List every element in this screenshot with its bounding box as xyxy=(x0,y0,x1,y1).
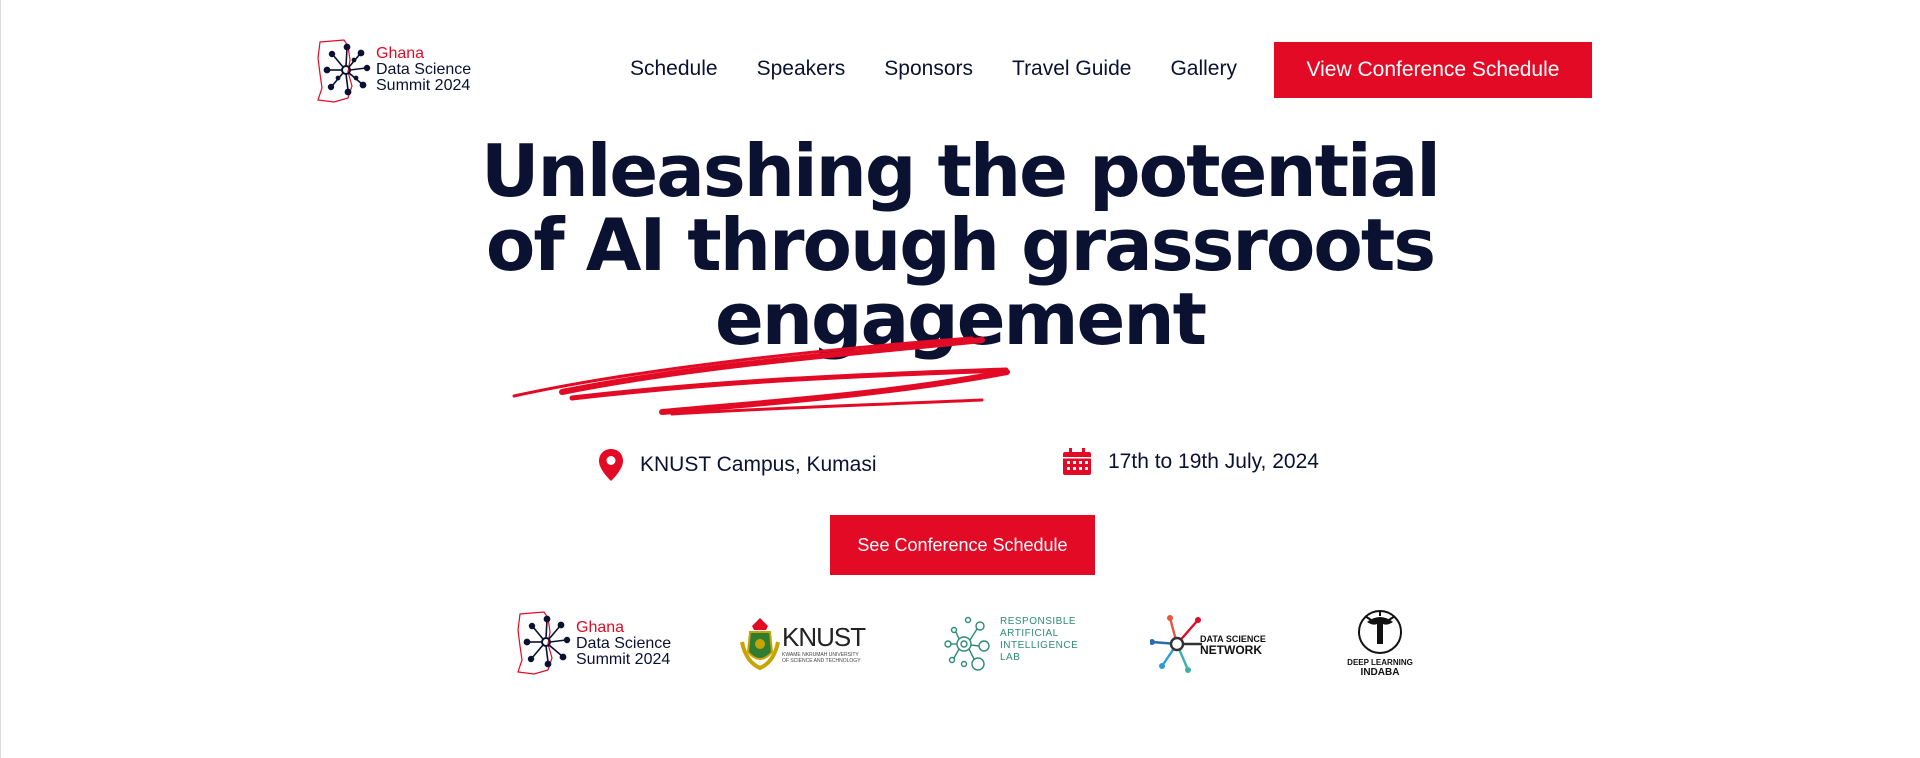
see-conference-schedule-button[interactable]: See Conference Schedule xyxy=(830,515,1095,575)
map-pin-icon xyxy=(598,448,624,482)
network-star-icon xyxy=(1150,615,1202,673)
partner-rail-l4: LAB xyxy=(1000,652,1021,663)
nav-gallery[interactable]: Gallery xyxy=(1170,56,1237,82)
partner-knust-sub2: OF SCIENCE AND TECHNOLOGY xyxy=(782,658,861,664)
partner-dli-l1: DEEP LEARNING xyxy=(1347,658,1413,667)
nav-travel-guide[interactable]: Travel Guide xyxy=(1012,56,1131,82)
site-header: Ghana Data Science Summit 2024 Schedule … xyxy=(314,38,1592,104)
partner-knust-name: KNUST xyxy=(782,622,866,652)
ghana-map-network-icon xyxy=(517,611,571,675)
knust-crest-icon xyxy=(740,618,780,671)
partner-dsn-text: DATA SCIENCE NETWORK xyxy=(1200,634,1266,656)
baobab-tree-icon xyxy=(1358,610,1402,654)
partner-gdss-line2: Data Science xyxy=(576,635,672,652)
partner-logo-ghana-data-science-summit: Ghana Data Science Summit 2024 xyxy=(514,606,684,680)
nav-schedule[interactable]: Schedule xyxy=(630,56,718,82)
event-location-text: KNUST Campus, Kumasi xyxy=(640,453,877,476)
logo-line-data-science: Data Science xyxy=(376,61,472,78)
partner-gdss-line1: Ghana xyxy=(576,619,625,636)
molecule-network-icon xyxy=(944,616,990,671)
hero-section: Unleashing the potential of AI through g… xyxy=(0,134,1920,356)
partner-gdss-line3: Summit 2024 xyxy=(576,651,671,668)
partner-logo-responsible-ai-lab: RESPONSIBLE ARTIFICIAL INTELLIGENCE LAB xyxy=(940,606,1078,680)
event-dates: 17th to 19th July, 2024 xyxy=(1062,448,1319,476)
logo-line-ghana: Ghana xyxy=(376,45,425,62)
main-nav: Schedule Speakers Sponsors Travel Guide … xyxy=(630,56,1276,82)
site-logo-text: Ghana Data Science Summit 2024 xyxy=(376,46,471,94)
partner-logo-knust: KNUST KWAME NKRUMAH UNIVERSITY OF SCIENC… xyxy=(740,606,866,680)
partner-logo-deep-learning-indaba: DEEP LEARNING INDABA xyxy=(1345,606,1415,680)
logo-line-summit: Summit 2024 xyxy=(376,77,471,94)
partner-knust-subtitle: KWAME NKRUMAH UNIVERSITY OF SCIENCE AND … xyxy=(782,652,861,664)
partner-rail-text: RESPONSIBLE ARTIFICIAL INTELLIGENCE LAB xyxy=(1000,616,1078,664)
partner-gdss-text: Ghana Data Science Summit 2024 xyxy=(576,620,671,668)
view-conference-schedule-button[interactable]: View Conference Schedule xyxy=(1274,42,1592,98)
hero-headline: Unleashing the potential of AI through g… xyxy=(481,129,1441,361)
partner-dli-text: DEEP LEARNING INDABA xyxy=(1345,658,1415,678)
partner-logo-data-science-network: DATA SCIENCE NETWORK xyxy=(1150,606,1270,680)
event-location: KNUST Campus, Kumasi xyxy=(598,448,877,482)
partner-rail-l2: ARTIFICIAL xyxy=(1000,628,1059,639)
event-dates-text: 17th to 19th July, 2024 xyxy=(1108,450,1319,473)
red-underline-scribble xyxy=(512,336,1010,416)
site-logo[interactable]: Ghana Data Science Summit 2024 xyxy=(314,38,484,104)
nav-speakers[interactable]: Speakers xyxy=(757,56,846,82)
nav-sponsors[interactable]: Sponsors xyxy=(884,56,973,82)
partner-dsn-l2: NETWORK xyxy=(1200,643,1262,657)
ghana-map-network-icon xyxy=(317,39,371,103)
partner-dli-l2: INDABA xyxy=(1360,667,1400,678)
partner-rail-l3: INTELLIGENCE xyxy=(1000,640,1079,651)
partner-logos-row: Ghana Data Science Summit 2024 KNUST KWA… xyxy=(0,606,1920,680)
calendar-icon xyxy=(1062,448,1092,476)
partner-rail-l1: RESPONSIBLE xyxy=(1000,616,1077,627)
